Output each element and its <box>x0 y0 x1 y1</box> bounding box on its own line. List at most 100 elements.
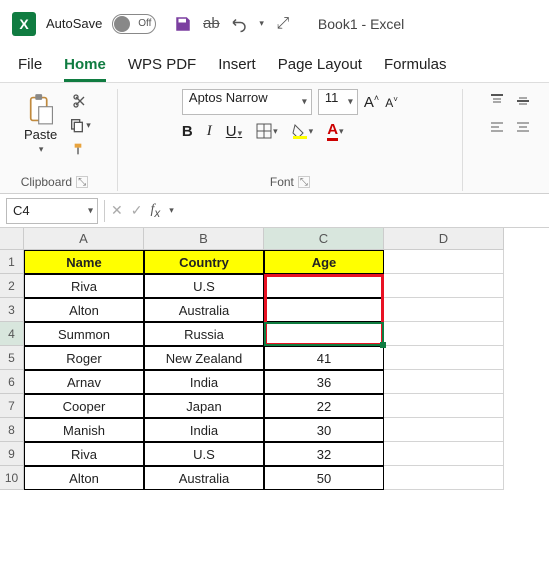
row-header[interactable]: 8 <box>0 418 24 442</box>
cell[interactable] <box>384 394 504 418</box>
select-all-corner[interactable] <box>0 228 24 250</box>
tab-page-layout[interactable]: Page Layout <box>278 56 362 82</box>
cell[interactable]: Australia <box>144 298 264 322</box>
title-bar: X AutoSave Off ab ▾ ⤢ Book1 - Excel <box>0 0 549 48</box>
font-color-icon[interactable]: A▾ <box>327 121 343 141</box>
formula-bar[interactable] <box>174 198 549 224</box>
cell[interactable] <box>384 250 504 274</box>
autosave-toggle[interactable]: Off <box>112 14 156 34</box>
paste-button[interactable]: Paste ▾ <box>18 89 63 159</box>
row-header[interactable]: 1 <box>0 250 24 274</box>
tab-home[interactable]: Home <box>64 56 106 82</box>
cell[interactable]: Summon <box>24 322 144 346</box>
cell[interactable]: Australia <box>144 466 264 490</box>
fill-handle[interactable] <box>380 342 386 348</box>
table-header-cell[interactable]: Name <box>24 250 144 274</box>
table-header-cell[interactable]: Age <box>264 250 384 274</box>
cell[interactable]: India <box>144 370 264 394</box>
cell[interactable] <box>384 346 504 370</box>
row-header[interactable]: 6 <box>0 370 24 394</box>
increase-font-icon[interactable]: A˄ <box>364 93 379 111</box>
clipboard-launcher-icon[interactable]: ⤡ <box>76 176 88 188</box>
cell[interactable]: 50 <box>264 466 384 490</box>
cell[interactable]: Riva <box>24 442 144 466</box>
undo-dropdown-icon[interactable]: ▾ <box>259 18 264 29</box>
col-header[interactable]: B <box>144 228 264 250</box>
cancel-formula-icon[interactable]: ✕ <box>111 202 123 219</box>
cell[interactable]: 36 <box>264 370 384 394</box>
cell[interactable] <box>264 274 384 298</box>
underline-button[interactable]: U▾ <box>226 123 242 140</box>
fill-color-icon[interactable]: ▾ <box>292 123 314 139</box>
align-left-icon[interactable] <box>489 119 505 135</box>
cell[interactable]: Roger <box>24 346 144 370</box>
strikethrough-icon[interactable]: ab <box>202 15 220 33</box>
save-icon[interactable] <box>174 15 192 33</box>
row-header[interactable]: 3 <box>0 298 24 322</box>
paste-label: Paste <box>24 127 57 142</box>
align-middle-icon[interactable] <box>515 93 531 109</box>
col-header[interactable]: A <box>24 228 144 250</box>
font-launcher-icon[interactable]: ⤡ <box>298 176 310 188</box>
cell[interactable] <box>264 322 384 346</box>
cell[interactable] <box>384 442 504 466</box>
tab-formulas[interactable]: Formulas <box>384 56 447 82</box>
row-header[interactable]: 4 <box>0 322 24 346</box>
name-box-value: C4 <box>13 203 30 218</box>
row-header[interactable]: 2 <box>0 274 24 298</box>
fx-icon[interactable]: fx <box>150 202 160 220</box>
copy-icon[interactable]: ▾ <box>69 117 91 133</box>
format-painter-icon[interactable] <box>69 141 91 157</box>
cell[interactable]: Riva <box>24 274 144 298</box>
cell[interactable]: 22 <box>264 394 384 418</box>
chevron-down-icon: ▾ <box>348 97 353 108</box>
bold-button[interactable]: B <box>182 123 193 140</box>
cell[interactable]: U.S <box>144 442 264 466</box>
cell[interactable]: Russia <box>144 322 264 346</box>
tab-insert[interactable]: Insert <box>218 56 256 82</box>
chevron-down-icon: ▾ <box>88 205 93 216</box>
borders-icon[interactable]: ▾ <box>256 123 278 139</box>
cell[interactable]: Arnav <box>24 370 144 394</box>
cell[interactable] <box>384 298 504 322</box>
paste-dropdown-icon[interactable]: ▾ <box>39 144 44 155</box>
name-box[interactable]: C4 ▾ <box>6 198 98 224</box>
row-header[interactable]: 7 <box>0 394 24 418</box>
cell[interactable] <box>384 274 504 298</box>
align-top-icon[interactable] <box>489 93 505 109</box>
cell[interactable]: 41 <box>264 346 384 370</box>
row-header[interactable]: 9 <box>0 442 24 466</box>
cell[interactable]: India <box>144 418 264 442</box>
font-family-select[interactable]: Aptos Narrow▾ <box>182 89 312 115</box>
cell[interactable] <box>384 466 504 490</box>
undo-icon[interactable] <box>230 15 248 33</box>
italic-button[interactable]: I <box>207 123 212 140</box>
cell[interactable]: Alton <box>24 298 144 322</box>
col-header[interactable]: D <box>384 228 504 250</box>
cell[interactable] <box>264 298 384 322</box>
cell[interactable]: Manish <box>24 418 144 442</box>
cell[interactable]: Alton <box>24 466 144 490</box>
cell[interactable] <box>384 418 504 442</box>
grid-body[interactable]: Name Country Age RivaU.S AltonAustralia … <box>24 250 549 490</box>
col-header[interactable]: C <box>264 228 384 250</box>
cell[interactable] <box>384 370 504 394</box>
cut-icon[interactable] <box>69 93 91 109</box>
cell[interactable]: Cooper <box>24 394 144 418</box>
row-header[interactable]: 10 <box>0 466 24 490</box>
cell[interactable]: New Zealand <box>144 346 264 370</box>
row-header[interactable]: 5 <box>0 346 24 370</box>
decrease-font-icon[interactable]: A˅ <box>385 95 398 110</box>
cell[interactable]: Japan <box>144 394 264 418</box>
cell[interactable]: 30 <box>264 418 384 442</box>
qat-customize-icon[interactable]: ⤢ <box>274 15 292 33</box>
cell[interactable]: U.S <box>144 274 264 298</box>
align-center-icon[interactable] <box>515 119 531 135</box>
tab-wps-pdf[interactable]: WPS PDF <box>128 56 196 82</box>
cell[interactable]: 32 <box>264 442 384 466</box>
enter-formula-icon[interactable]: ✓ <box>131 202 143 219</box>
cell[interactable] <box>384 322 504 346</box>
font-size-select[interactable]: 11▾ <box>318 89 358 115</box>
table-header-cell[interactable]: Country <box>144 250 264 274</box>
tab-file[interactable]: File <box>18 56 42 82</box>
